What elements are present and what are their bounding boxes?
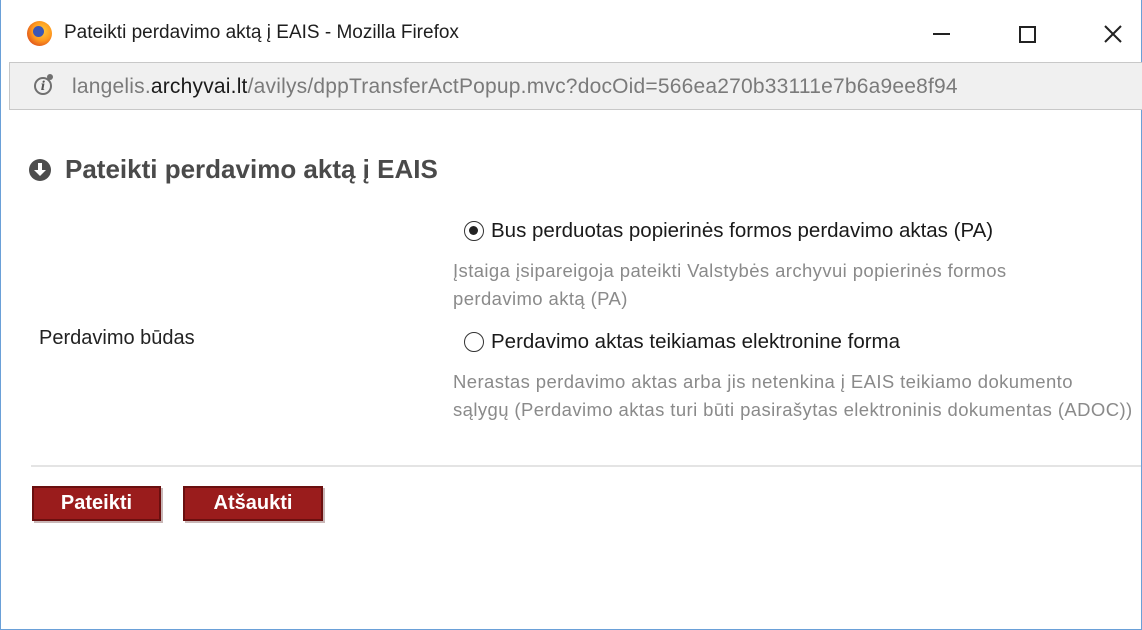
radio-option-description: Nerastas perdavimo aktas arba jis netenk…: [453, 371, 1133, 420]
minimize-button[interactable]: [919, 14, 963, 54]
firefox-logo-icon: [27, 21, 52, 46]
transfer-method-label: Perdavimo būdas: [39, 327, 195, 349]
radio-option-label[interactable]: Perdavimo aktas teikiamas elektronine fo…: [491, 330, 900, 354]
page-heading: Pateikti perdavimo aktą į EAIS: [29, 154, 438, 185]
url-text[interactable]: langelis.archyvai.lt/avilys/dppTransferA…: [72, 75, 958, 99]
address-bar[interactable]: i langelis.archyvai.lt/avilys/dppTransfe…: [9, 62, 1142, 110]
maximize-button[interactable]: [1005, 14, 1049, 54]
title-bar[interactable]: Pateikti perdavimo aktą į EAIS - Mozilla…: [1, 0, 1141, 62]
cancel-button[interactable]: Atšaukti: [183, 486, 323, 521]
site-info-badge-icon: [47, 74, 53, 80]
radio-option-description: Įstaiga įsipareigoja pateikti Valstybės …: [453, 260, 1007, 309]
radio-button-unchecked[interactable]: [464, 332, 484, 352]
page-title: Pateikti perdavimo aktą į EAIS: [65, 154, 438, 184]
browser-popup-window: Pateikti perdavimo aktą į EAIS - Mozilla…: [0, 0, 1142, 630]
radio-option-paper[interactable]: Bus perduotas popierinės formos perdavim…: [464, 219, 993, 243]
url-path: /avilys/dppTransferActPopup.mvc?docOid=5…: [247, 75, 958, 98]
radio-button-checked[interactable]: [464, 221, 484, 241]
close-icon: [1104, 25, 1122, 43]
window-title: Pateikti perdavimo aktą į EAIS - Mozilla…: [64, 22, 459, 43]
divider: [31, 465, 1141, 467]
arrow-down-circle-icon: [29, 158, 51, 181]
radio-option-label[interactable]: Bus perduotas popierinės formos perdavim…: [491, 219, 993, 243]
close-button[interactable]: [1091, 14, 1135, 54]
radio-option-electronic[interactable]: Perdavimo aktas teikiamas elektronine fo…: [464, 330, 900, 354]
url-prefix: langelis.: [72, 75, 151, 98]
minimize-icon: [932, 33, 950, 35]
submit-button[interactable]: Pateikti: [32, 486, 161, 521]
url-domain: archyvai.lt: [150, 75, 248, 98]
maximize-icon: [1018, 25, 1036, 43]
